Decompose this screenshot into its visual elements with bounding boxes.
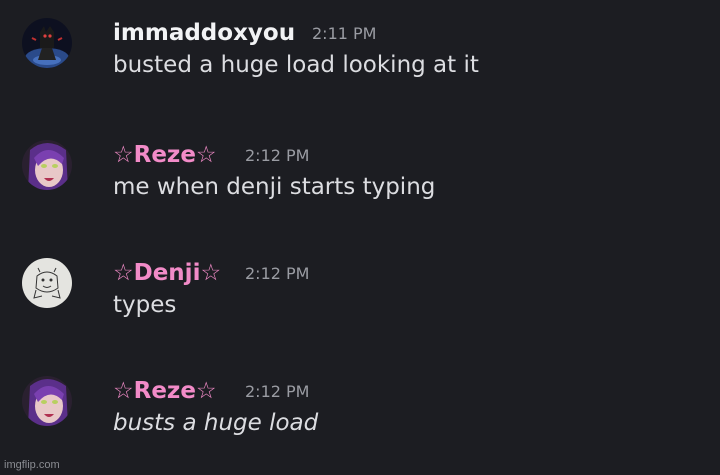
user-avatar[interactable] bbox=[22, 140, 72, 190]
message-text: me when denji starts typing bbox=[113, 174, 436, 200]
dark-character-avatar-icon bbox=[22, 18, 72, 68]
username[interactable]: ☆Denji☆ bbox=[113, 258, 221, 288]
timestamp: 2:12 PM bbox=[245, 264, 310, 283]
message-text: busts a huge load bbox=[113, 410, 319, 436]
purple-hair-anime-avatar-icon bbox=[22, 376, 72, 426]
timestamp: 2:12 PM bbox=[245, 382, 310, 401]
user-avatar[interactable] bbox=[22, 376, 72, 426]
timestamp: 2:12 PM bbox=[245, 146, 310, 165]
chat-message: ☆Denji☆ 2:12 PM types bbox=[0, 258, 720, 348]
chat-message: ☆Reze☆ 2:12 PM me when denji starts typi… bbox=[0, 140, 720, 230]
message-text: busted a huge load looking at it bbox=[113, 52, 479, 78]
purple-hair-anime-avatar-icon bbox=[22, 140, 72, 190]
user-avatar[interactable] bbox=[22, 258, 72, 308]
chat-message: ☆Reze☆ 2:12 PM busts a huge load bbox=[0, 376, 720, 466]
username[interactable]: immaddoxyou bbox=[113, 18, 295, 48]
message-text: types bbox=[113, 292, 177, 318]
username[interactable]: ☆Reze☆ bbox=[113, 140, 217, 170]
sketch-avatar-icon bbox=[22, 258, 72, 308]
username[interactable]: ☆Reze☆ bbox=[113, 376, 217, 406]
chat-message: immaddoxyou 2:11 PM busted a huge load l… bbox=[0, 18, 720, 108]
timestamp: 2:11 PM bbox=[312, 24, 377, 43]
watermark: imgflip.com bbox=[4, 459, 60, 471]
user-avatar[interactable] bbox=[22, 18, 72, 68]
